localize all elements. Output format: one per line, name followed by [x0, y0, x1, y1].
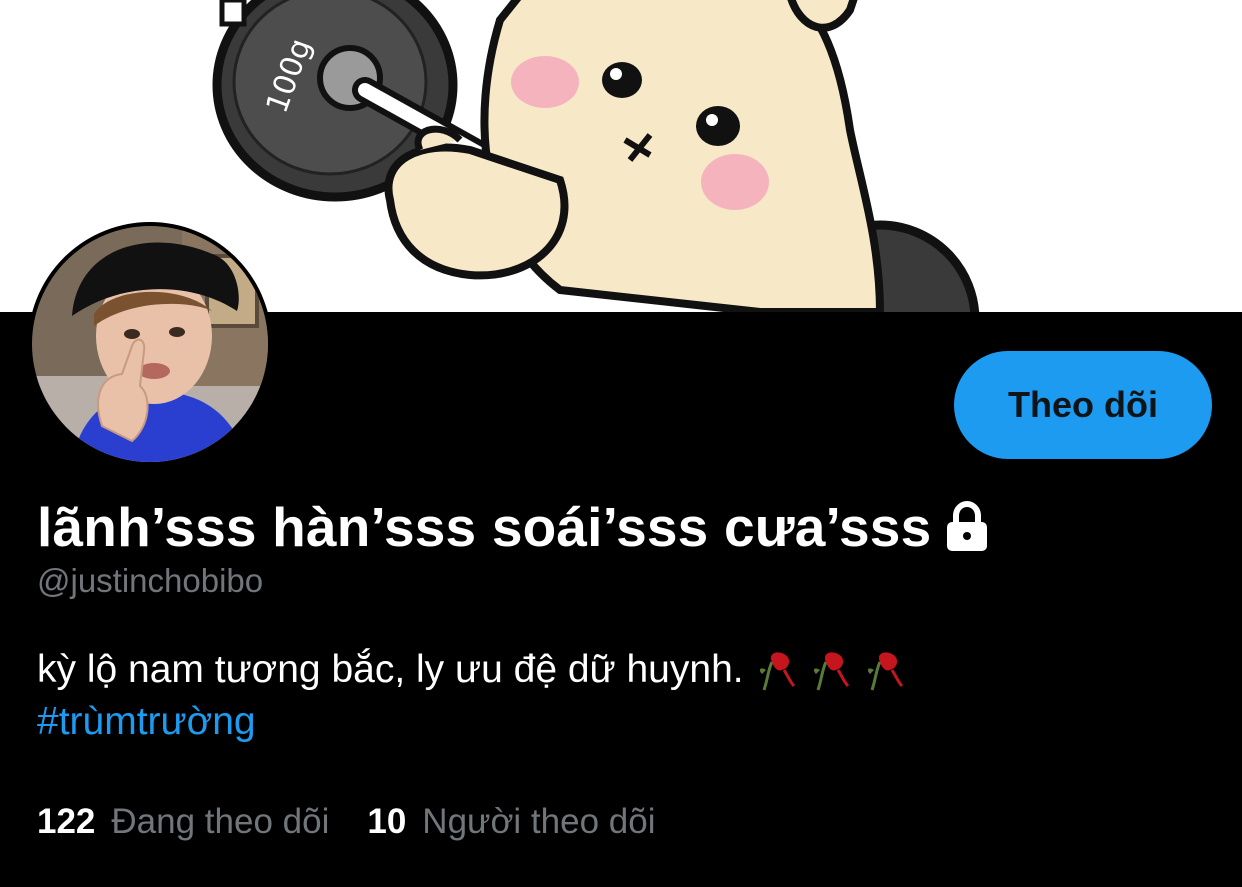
lock-icon — [943, 500, 991, 553]
hashtag-link[interactable]: #trùmtrường — [37, 696, 256, 748]
follow-stats: 122 Đang theo dõi 10 Người theo dõi — [37, 800, 655, 844]
profile-bio: kỳ lộ nam tương bắc, ly ưu đệ dữ huynh. … — [37, 644, 1187, 748]
wilted-rose-icon — [862, 648, 906, 692]
wilted-rose-icon — [754, 648, 798, 692]
display-name-row: lãnh’sss hàn’sss soái’sss cưa’sss — [37, 492, 991, 562]
following-count: 122 — [37, 802, 96, 841]
wilted-rose-icon — [808, 648, 852, 692]
followers-count: 10 — [367, 802, 407, 841]
following-label: Đang theo dõi — [111, 802, 330, 841]
followers-label: Người theo dõi — [422, 802, 656, 841]
avatar-photo — [32, 226, 268, 462]
display-name: lãnh’sss hàn’sss soái’sss cưa’sss — [37, 496, 932, 558]
followers-stat[interactable]: 10 Người theo dõi — [367, 802, 655, 842]
avatar[interactable] — [28, 222, 272, 466]
user-handle: @justinchobibo — [37, 562, 264, 599]
following-stat[interactable]: 122 Đang theo dõi — [37, 802, 329, 842]
follow-button[interactable]: Theo dõi — [954, 351, 1212, 459]
bio-text: kỳ lộ nam tương bắc, ly ưu đệ dữ huynh. — [37, 648, 744, 691]
